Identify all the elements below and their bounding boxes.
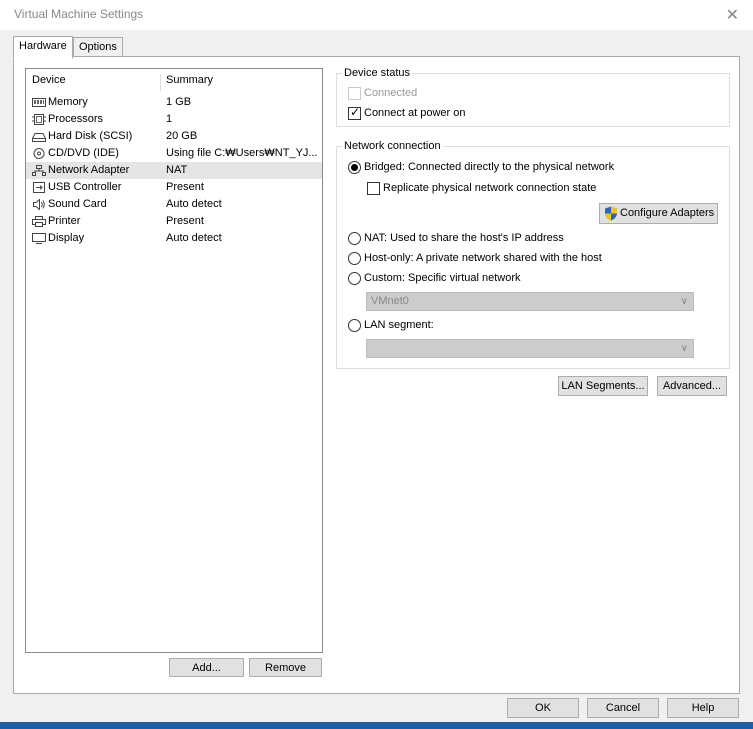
advanced-button[interactable]: Advanced... bbox=[657, 376, 727, 396]
help-button[interactable]: Help bbox=[667, 698, 739, 718]
window-title: Virtual Machine Settings bbox=[14, 7, 144, 21]
device-name: Hard Disk (SCSI) bbox=[48, 130, 133, 142]
column-header-device[interactable]: Device bbox=[32, 74, 66, 86]
device-summary: 1 GB bbox=[166, 96, 192, 108]
custom-network-value: VMnet0 bbox=[371, 295, 409, 307]
usb-controller-icon bbox=[33, 182, 45, 193]
device-row-processors[interactable]: Processors 1 bbox=[26, 111, 322, 128]
network-connection-group: Network connection Bridged: Connected di… bbox=[336, 140, 730, 369]
device-summary: Present bbox=[166, 215, 204, 227]
device-row-hard-disk[interactable]: Hard Disk (SCSI) 20 GB bbox=[26, 128, 322, 145]
replicate-state-label: Replicate physical network connection st… bbox=[383, 182, 597, 194]
device-name: Display bbox=[48, 232, 85, 244]
host-only-radio[interactable] bbox=[348, 252, 361, 265]
chevron-down-icon: ∨ bbox=[680, 296, 688, 307]
lan-segments-button[interactable]: LAN Segments... bbox=[558, 376, 648, 396]
custom-label: Custom: Specific virtual network bbox=[364, 272, 521, 284]
hard-disk-icon bbox=[32, 133, 46, 142]
device-name: Network Adapter bbox=[48, 164, 130, 176]
device-summary: 20 GB bbox=[166, 130, 198, 142]
device-name: USB Controller bbox=[48, 181, 122, 193]
device-summary: Auto detect bbox=[166, 232, 222, 244]
network-connection-label: Network connection bbox=[342, 140, 443, 152]
device-list-header: Device Summary bbox=[26, 74, 322, 91]
device-summary: Using file C:₩Users₩NT_YJ... bbox=[166, 147, 318, 159]
device-row-cd-dvd[interactable]: CD/DVD (IDE) Using file C:₩Users₩NT_YJ..… bbox=[26, 145, 322, 162]
connected-checkbox[interactable] bbox=[348, 87, 361, 100]
chevron-down-icon: ∨ bbox=[680, 343, 688, 354]
network-adapter-icon bbox=[32, 165, 46, 176]
device-row-network-adapter[interactable]: Network Adapter NAT bbox=[26, 162, 322, 179]
lan-segment-dropdown[interactable]: ∨ bbox=[366, 339, 694, 358]
custom-radio[interactable] bbox=[348, 272, 361, 285]
tab-hardware[interactable]: Hardware bbox=[13, 36, 73, 59]
nat-label: NAT: Used to share the host's IP address bbox=[364, 232, 564, 244]
remove-button[interactable]: Remove bbox=[249, 658, 322, 677]
close-icon[interactable]: ✕ bbox=[726, 5, 739, 25]
checkmark-icon: ✓ bbox=[350, 105, 361, 119]
device-summary: NAT bbox=[166, 164, 188, 176]
replicate-state-checkbox[interactable] bbox=[367, 182, 380, 195]
device-name: Processors bbox=[48, 113, 104, 125]
add-button[interactable]: Add... bbox=[169, 658, 244, 677]
hardware-tab-panel: Device Summary Memory 1 GB Processors 1 … bbox=[13, 56, 740, 694]
device-summary: Present bbox=[166, 181, 204, 193]
device-name: CD/DVD (IDE) bbox=[48, 147, 119, 159]
tab-options[interactable]: Options bbox=[73, 37, 123, 58]
cd-dvd-icon bbox=[33, 148, 45, 159]
bridged-label: Bridged: Connected directly to the physi… bbox=[364, 161, 615, 173]
connected-label: Connected bbox=[364, 87, 418, 99]
shield-icon bbox=[605, 206, 617, 221]
device-row-memory[interactable]: Memory 1 GB bbox=[26, 94, 322, 111]
device-name: Sound Card bbox=[48, 198, 107, 210]
configure-adapters-button[interactable]: Configure Adapters bbox=[599, 203, 718, 224]
device-row-display[interactable]: Display Auto detect bbox=[26, 230, 322, 247]
device-status-group: Device status Connected ✓ Connect at pow… bbox=[336, 67, 730, 127]
printer-icon bbox=[32, 216, 46, 227]
device-name: Printer bbox=[48, 215, 81, 227]
device-row-usb-controller[interactable]: USB Controller Present bbox=[26, 179, 322, 196]
device-row-printer[interactable]: Printer Present bbox=[26, 213, 322, 230]
ok-button[interactable]: OK bbox=[507, 698, 579, 718]
bridged-radio[interactable] bbox=[348, 161, 361, 174]
title-bar: Virtual Machine Settings ✕ bbox=[0, 0, 753, 30]
vm-settings-dialog: Virtual Machine Settings ✕ Hardware Opti… bbox=[0, 0, 753, 722]
cancel-button[interactable]: Cancel bbox=[587, 698, 659, 718]
host-only-label: Host-only: A private network shared with… bbox=[364, 252, 602, 264]
memory-icon bbox=[32, 98, 46, 107]
device-summary: Auto detect bbox=[166, 198, 222, 210]
processor-icon bbox=[32, 114, 46, 125]
custom-network-dropdown[interactable]: VMnet0 ∨ bbox=[366, 292, 694, 311]
nat-radio[interactable] bbox=[348, 232, 361, 245]
connect-at-power-on-checkbox[interactable]: ✓ bbox=[348, 105, 361, 120]
device-row-sound-card[interactable]: Sound Card Auto detect bbox=[26, 196, 322, 213]
device-name: Memory bbox=[48, 96, 88, 108]
display-icon bbox=[32, 233, 46, 244]
device-status-label: Device status bbox=[342, 67, 413, 79]
sound-card-icon bbox=[33, 199, 45, 210]
connect-at-power-on-label: Connect at power on bbox=[364, 107, 466, 119]
device-summary: 1 bbox=[166, 113, 173, 125]
configure-adapters-label: Configure Adapters bbox=[620, 207, 715, 219]
device-list[interactable]: Device Summary Memory 1 GB Processors 1 … bbox=[25, 68, 323, 653]
lan-segment-label: LAN segment: bbox=[364, 319, 434, 331]
lan-segment-radio[interactable] bbox=[348, 319, 361, 332]
column-header-summary[interactable]: Summary bbox=[166, 74, 213, 86]
